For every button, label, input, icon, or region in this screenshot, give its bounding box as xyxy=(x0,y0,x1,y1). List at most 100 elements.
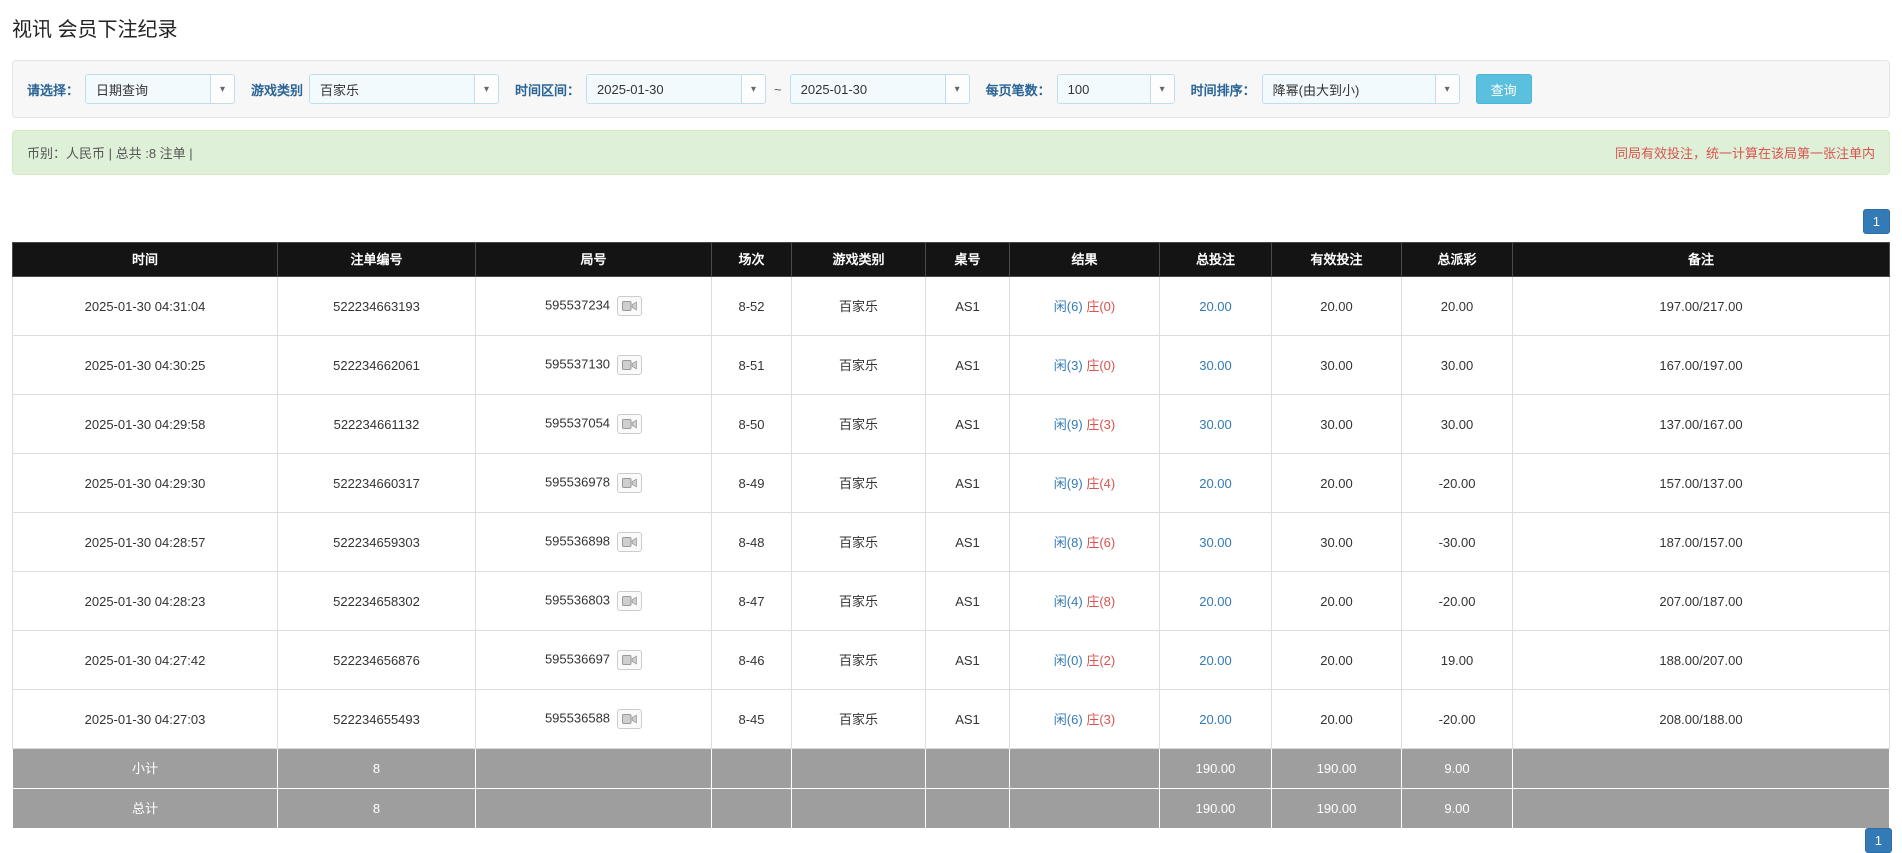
video-replay-icon[interactable] xyxy=(617,709,643,729)
cell-remark: 167.00/197.00 xyxy=(1512,335,1890,395)
cell-round-id: 595536697 xyxy=(475,630,712,690)
footer-cell xyxy=(925,748,1010,789)
round-id-text: 595536978 xyxy=(544,474,611,490)
page-size-value: 100 xyxy=(1057,75,1150,103)
cell-bet-id: 522234659303 xyxy=(277,512,476,572)
total-bet-link[interactable]: 20.00 xyxy=(1199,299,1232,314)
total-bet-link[interactable]: 30.00 xyxy=(1199,417,1232,432)
round-id-text: 595537234 xyxy=(544,297,611,313)
total-bet-link[interactable]: 20.00 xyxy=(1199,712,1232,727)
video-replay-icon[interactable] xyxy=(617,591,643,611)
date-to-input[interactable]: 2025-01-30 ▾ xyxy=(789,74,970,104)
cell-bet-id: 522234660317 xyxy=(277,453,476,513)
chevron-down-icon[interactable]: ▾ xyxy=(741,75,766,103)
cell-round-id: 595536978 xyxy=(475,453,712,513)
table-row: 2025-01-30 04:28:57 522234659303 595536898… xyxy=(12,512,1890,572)
video-replay-icon[interactable] xyxy=(617,414,643,434)
result-player: 闲(0) xyxy=(1053,652,1083,668)
table-header-row: 时间 注单编号 局号 场次 游戏类别 桌号 结果 总投注 有效投注 总派彩 备注 xyxy=(12,242,1890,277)
total-bet-link[interactable]: 20.00 xyxy=(1199,653,1232,668)
cell-session: 8-51 xyxy=(711,335,792,395)
cell-result: 闲(9) 庄(3) xyxy=(1009,394,1160,454)
cell-remark: 137.00/167.00 xyxy=(1512,394,1890,454)
cell-time: 2025-01-30 04:28:23 xyxy=(12,571,278,631)
cell-game-type: 百家乐 xyxy=(791,512,926,572)
cell-payout: -20.00 xyxy=(1401,571,1513,631)
sort-order-select[interactable]: 降幂(由大到小) ▾ xyxy=(1261,74,1460,104)
video-replay-icon[interactable] xyxy=(617,355,643,375)
footer-cell xyxy=(791,748,926,789)
cell-session: 8-45 xyxy=(711,689,792,749)
chevron-down-icon[interactable]: ▾ xyxy=(474,75,499,103)
cell-result: 闲(6) 庄(0) xyxy=(1009,276,1160,336)
cell-result: 闲(8) 庄(6) xyxy=(1009,512,1160,572)
cell-total-bet: 20.00 xyxy=(1159,571,1272,631)
result-banker: 庄(4) xyxy=(1086,475,1116,491)
table-row: 2025-01-30 04:29:58 522234661132 595537054… xyxy=(12,394,1890,454)
table-row: 2025-01-30 04:27:42 522234656876 595536697… xyxy=(12,630,1890,690)
cell-session: 8-49 xyxy=(711,453,792,513)
search-button[interactable]: 查询 xyxy=(1475,74,1532,104)
query-type-select[interactable]: 日期查询 ▾ xyxy=(85,74,236,104)
cell-time: 2025-01-30 04:29:30 xyxy=(12,453,278,513)
column-header: 结果 xyxy=(1009,242,1160,277)
column-header: 局号 xyxy=(475,242,712,277)
chevron-down-icon[interactable]: ▾ xyxy=(1149,75,1174,103)
cell-game-type: 百家乐 xyxy=(791,689,926,749)
page-button-1[interactable]: 1 xyxy=(1862,209,1890,234)
column-header: 场次 xyxy=(711,242,792,277)
page-button-bottom[interactable]: 1 xyxy=(1864,828,1892,853)
chevron-down-icon[interactable]: ▾ xyxy=(210,75,235,103)
table-row: 2025-01-30 04:29:30 522234660317 595536978… xyxy=(12,453,1890,513)
cell-remark: 188.00/207.00 xyxy=(1512,630,1890,690)
total-bet-link[interactable]: 30.00 xyxy=(1199,535,1232,550)
result-banker: 庄(2) xyxy=(1086,652,1116,668)
cell-round-id: 595537054 xyxy=(475,394,712,454)
cell-round-id: 595536803 xyxy=(475,571,712,631)
video-replay-icon[interactable] xyxy=(617,532,643,552)
game-type-select[interactable]: 百家乐 ▾ xyxy=(309,74,500,104)
chevron-down-icon[interactable]: ▾ xyxy=(944,75,969,103)
round-id-text: 595537054 xyxy=(544,415,611,431)
footer-cell xyxy=(475,788,712,829)
video-replay-icon[interactable] xyxy=(617,473,643,493)
cell-table-no: AS1 xyxy=(925,276,1010,336)
column-header: 有效投注 xyxy=(1271,242,1402,277)
cell-valid-bet: 20.00 xyxy=(1271,689,1402,749)
total-bet-link[interactable]: 20.00 xyxy=(1199,594,1232,609)
cell-game-type: 百家乐 xyxy=(791,571,926,631)
cell-table-no: AS1 xyxy=(925,453,1010,513)
footer-cell: 8 xyxy=(277,748,476,789)
cell-game-type: 百家乐 xyxy=(791,276,926,336)
cell-time: 2025-01-30 04:27:42 xyxy=(12,630,278,690)
total-bet-link[interactable]: 20.00 xyxy=(1199,476,1232,491)
chevron-down-icon[interactable]: ▾ xyxy=(1434,75,1459,103)
cell-time: 2025-01-30 04:29:58 xyxy=(12,394,278,454)
total-bet-link[interactable]: 30.00 xyxy=(1199,358,1232,373)
valid-bet-notice: 同局有效投注，统一计算在该局第一张注单内 xyxy=(1614,146,1875,161)
cell-time: 2025-01-30 04:31:04 xyxy=(12,276,278,336)
video-replay-icon[interactable] xyxy=(617,296,643,316)
date-from-input[interactable]: 2025-01-30 ▾ xyxy=(586,74,767,104)
cell-total-bet: 20.00 xyxy=(1159,630,1272,690)
column-header: 总投注 xyxy=(1159,242,1272,277)
game-type-label: 游戏类别 xyxy=(251,82,304,98)
cell-bet-id: 522234661132 xyxy=(277,394,476,454)
result-player: 闲(6) xyxy=(1053,711,1083,727)
table-row: 2025-01-30 04:27:03 522234655493 595536588… xyxy=(12,689,1890,749)
cell-time: 2025-01-30 04:30:25 xyxy=(12,335,278,395)
cell-result: 闲(6) 庄(3) xyxy=(1009,689,1160,749)
cell-result: 闲(0) 庄(2) xyxy=(1009,630,1160,690)
round-id-text: 595537130 xyxy=(544,356,611,372)
cell-session: 8-48 xyxy=(711,512,792,572)
cell-session: 8-47 xyxy=(711,571,792,631)
cell-remark: 207.00/187.00 xyxy=(1512,571,1890,631)
round-id-text: 595536803 xyxy=(544,592,611,608)
footer-cell: 9.00 xyxy=(1401,788,1513,829)
range-separator: ~ xyxy=(774,81,782,97)
page-size-select[interactable]: 100 ▾ xyxy=(1056,74,1175,104)
footer-cell: 190.00 xyxy=(1159,788,1272,829)
video-replay-icon[interactable] xyxy=(617,650,643,670)
table-footer: 小计 8 190.00 190.00 9.00 总计 8 190.00 190.00 9.00 xyxy=(12,748,1890,829)
table-row: 2025-01-30 04:30:25 522234662061 595537130… xyxy=(12,335,1890,395)
